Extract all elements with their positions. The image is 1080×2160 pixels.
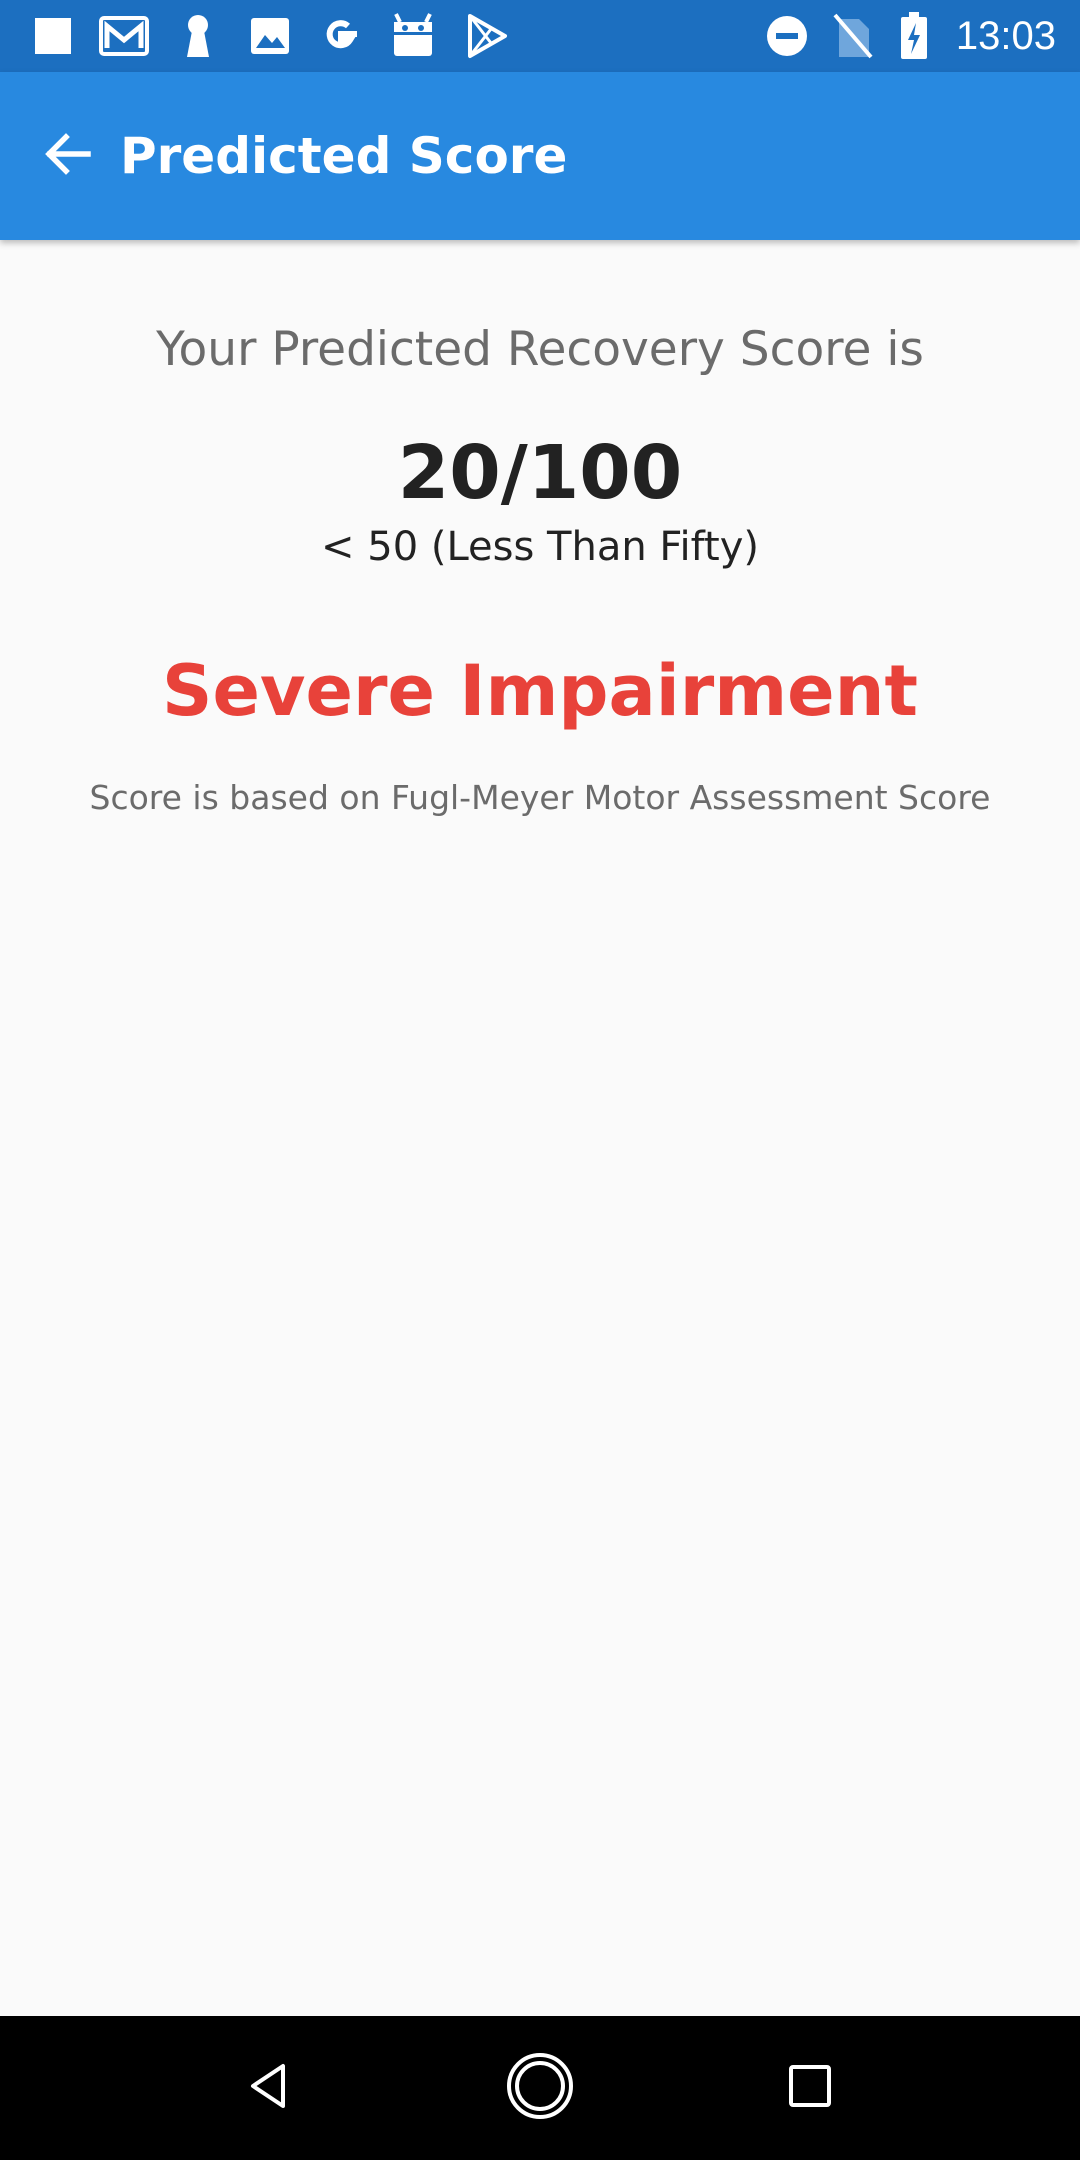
score-description: < 50 (Less Than Fifty) [321,524,759,570]
keyhole-icon [180,0,216,72]
arrow-back-icon [42,128,94,184]
status-bar: 13:03 [0,0,1080,72]
basis-note: Score is based on Fugl-Meyer Motor Asses… [89,778,991,817]
nav-home-icon [505,2051,575,2125]
android-box-icon [390,0,436,72]
notification-square-icon [33,0,73,72]
no-sim-icon [832,0,874,72]
gmail-icon [98,0,152,72]
app-bar: Predicted Score [0,72,1080,240]
nav-back-button[interactable] [230,2048,310,2128]
nav-recents-button[interactable] [770,2048,850,2128]
system-nav-bar [0,2016,1080,2160]
google-icon [318,0,364,72]
status-time: 13:03 [955,14,1056,58]
play-store-icon [464,0,510,72]
page-title: Predicted Score [120,127,568,185]
result-headline: Your Predicted Recovery Score is [156,322,924,377]
nav-back-icon [245,2061,295,2115]
back-button[interactable] [28,116,108,196]
severity-label: Severe Impairment [162,650,918,732]
nav-home-button[interactable] [500,2048,580,2128]
do-not-disturb-icon [764,0,810,72]
score-value: 20/100 [397,430,683,516]
nav-recents-icon [787,2063,833,2113]
image-icon [248,0,292,72]
battery-charging-icon [896,0,932,72]
